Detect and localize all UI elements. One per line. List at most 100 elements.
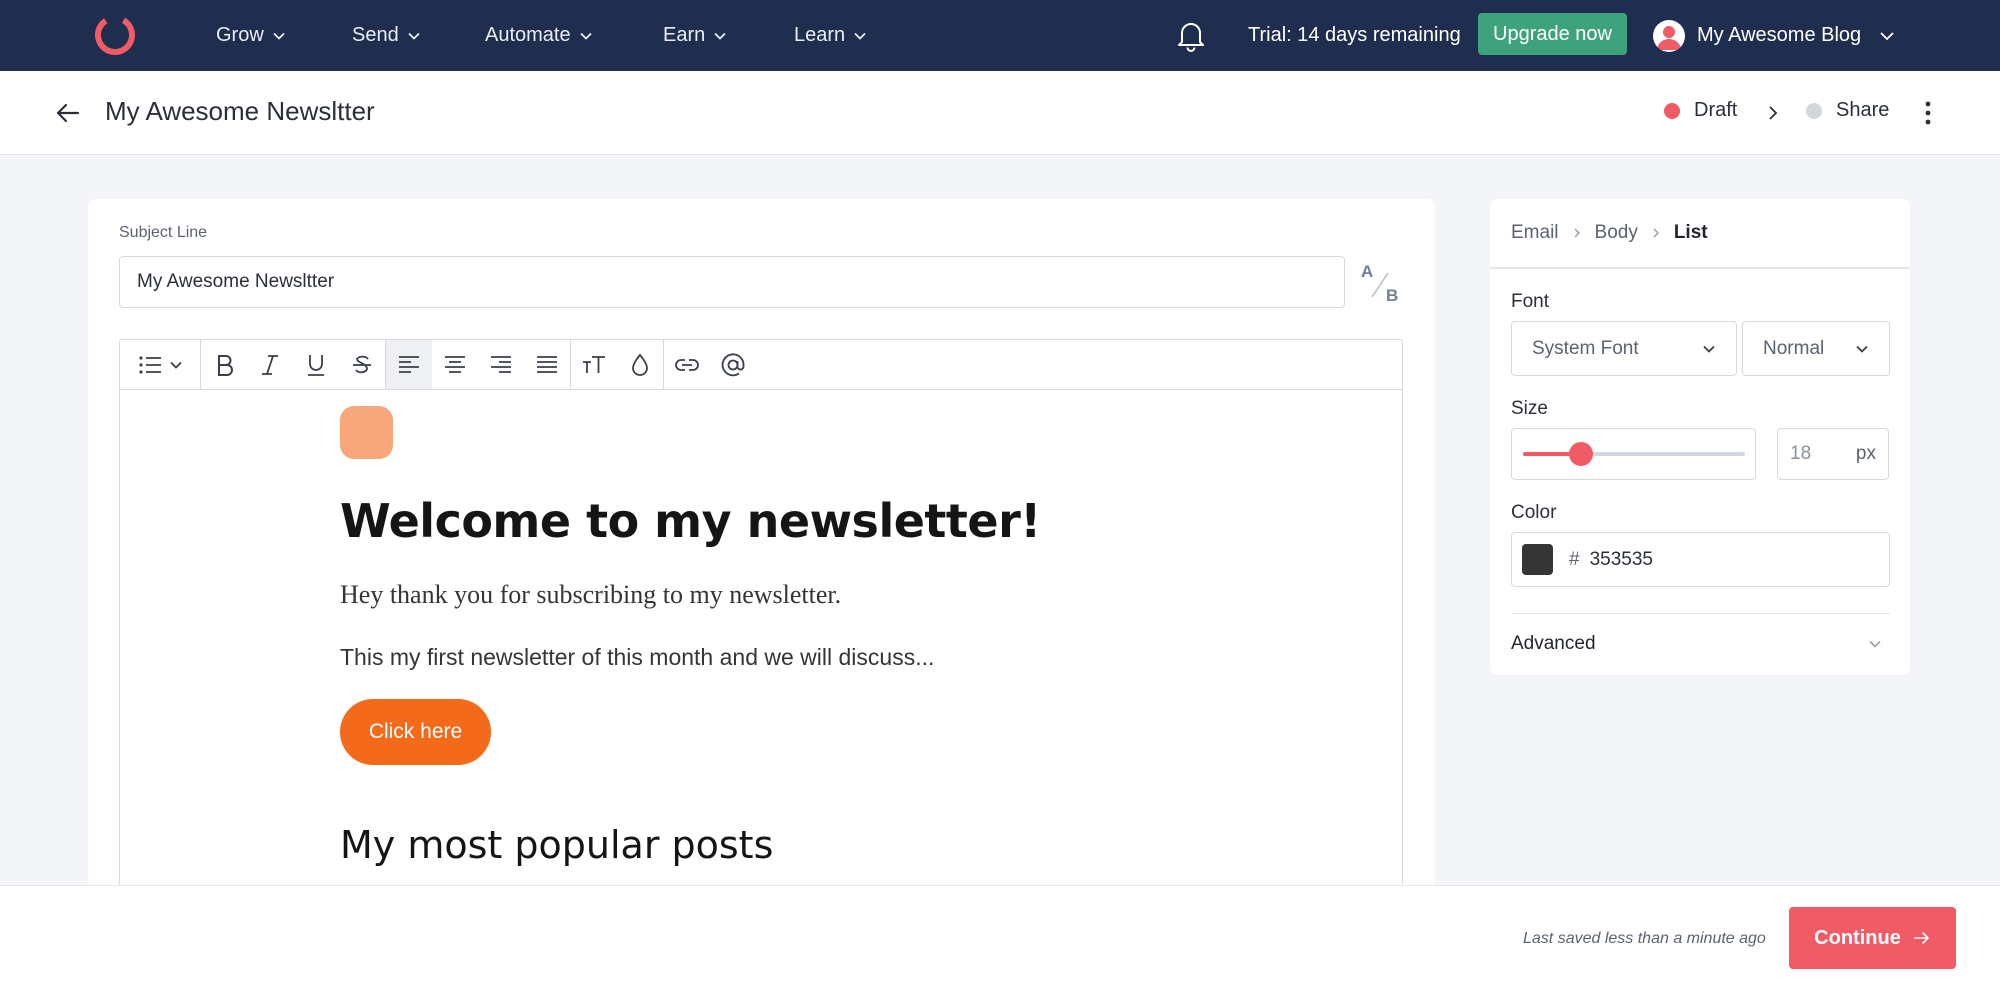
share-label: Share: [1836, 99, 1890, 121]
email-paragraph[interactable]: Hey thank you for subscribing to my news…: [340, 580, 841, 610]
ab-test-icon[interactable]: A B: [1358, 259, 1400, 303]
mention-button[interactable]: [710, 340, 756, 389]
link-button[interactable]: [664, 340, 710, 389]
breadcrumb-body[interactable]: Body: [1595, 222, 1638, 244]
size-slider[interactable]: [1511, 428, 1756, 480]
rich-text-editor: Welcome to my newsletter! Hey thank you …: [119, 339, 1403, 899]
email-editor-card: Subject Line A B: [88, 199, 1435, 899]
font-label: Font: [1511, 291, 1550, 312]
more-options-icon[interactable]: [1918, 99, 1938, 127]
upgrade-button[interactable]: Upgrade now: [1478, 13, 1627, 55]
color-swatch[interactable]: [1522, 544, 1553, 575]
chevron-down-icon: [170, 361, 182, 369]
at-sign-icon: [721, 352, 745, 376]
status-draft[interactable]: Draft: [1664, 99, 1737, 122]
nav-earn-label: Earn: [663, 24, 706, 46]
footer-bar: Last saved less than a minute ago Contin…: [0, 885, 2000, 987]
slider-track: [1523, 442, 1745, 466]
bell-icon[interactable]: [1176, 18, 1206, 52]
chevron-down-icon: [1869, 640, 1881, 648]
nav-learn[interactable]: Learn: [794, 0, 867, 71]
hash-symbol: #: [1569, 548, 1580, 570]
subject-line-input[interactable]: [119, 256, 1345, 308]
align-justify-icon: [537, 355, 557, 373]
text-size-icon: [583, 355, 605, 373]
font-family-value: System Font: [1532, 337, 1639, 359]
divider: [1490, 267, 1910, 269]
formatting-toolbar: [120, 340, 1402, 390]
style-panel: Email Body List Font System Font Normal …: [1490, 199, 1910, 675]
italic-icon: [262, 354, 278, 375]
italic-button[interactable]: [247, 340, 293, 389]
chevron-down-icon: [1856, 345, 1868, 353]
page-title: My Awesome Newsltter: [105, 96, 375, 126]
email-body[interactable]: Welcome to my newsletter! Hey thank you …: [120, 390, 1402, 900]
slider-handle[interactable]: [1568, 442, 1593, 466]
email-cta-button[interactable]: Click here: [340, 699, 491, 765]
chevron-down-icon: [1880, 31, 1894, 40]
status-dot: [1806, 102, 1822, 119]
color-label: Color: [1511, 502, 1557, 523]
breadcrumb-email[interactable]: Email: [1511, 222, 1559, 244]
chevron-down-icon: [273, 32, 285, 40]
bold-button[interactable]: [201, 340, 247, 389]
arrow-right-icon: [1914, 932, 1929, 944]
ab-label-b: B: [1386, 286, 1398, 303]
nav-send-label: Send: [352, 24, 399, 46]
image-placeholder[interactable]: [340, 406, 393, 459]
breadcrumb: Email Body List: [1511, 199, 1708, 267]
size-input[interactable]: 18 px: [1777, 428, 1889, 480]
list-style-dropdown[interactable]: [120, 340, 200, 389]
continue-button[interactable]: Continue: [1789, 907, 1956, 969]
bold-icon: [218, 354, 233, 376]
size-value: 18: [1790, 443, 1812, 464]
arrow-left-icon[interactable]: [52, 97, 84, 129]
advanced-label: Advanced: [1511, 633, 1596, 654]
font-family-select[interactable]: System Font: [1511, 321, 1737, 376]
document-header: My Awesome Newsltter Draft Share: [0, 71, 2000, 155]
top-navigation: Grow Send Automate Earn Learn Trial: 14 …: [0, 0, 2000, 71]
email-heading[interactable]: Welcome to my newsletter!: [340, 494, 1041, 548]
nav-automate[interactable]: Automate: [485, 0, 593, 71]
align-left-button[interactable]: [386, 340, 432, 389]
size-label: Size: [1511, 398, 1548, 419]
email-paragraph[interactable]: This my first newsletter of this month a…: [340, 644, 934, 671]
account-name: My Awesome Blog: [1697, 24, 1862, 46]
text-size-button[interactable]: [571, 340, 617, 389]
underline-button[interactable]: [293, 340, 339, 389]
nav-send[interactable]: Send: [352, 0, 421, 71]
status-share[interactable]: Share: [1806, 99, 1889, 122]
underline-icon: [308, 354, 324, 376]
align-justify-button[interactable]: [524, 340, 570, 389]
align-right-button[interactable]: [478, 340, 524, 389]
save-status: Last saved less than a minute ago: [1523, 930, 1766, 947]
font-weight-value: Normal: [1763, 337, 1825, 359]
align-right-icon: [491, 355, 511, 373]
status-dot: [1664, 102, 1680, 119]
chevron-right-icon: [1769, 106, 1778, 120]
account-menu[interactable]: My Awesome Blog: [1653, 0, 1895, 71]
color-hex-value: 353535: [1589, 548, 1653, 570]
font-weight-select[interactable]: Normal: [1742, 321, 1890, 376]
chevron-down-icon: [714, 32, 726, 40]
size-unit: px: [1855, 443, 1876, 464]
strikethrough-button[interactable]: [339, 340, 385, 389]
nav-earn[interactable]: Earn: [663, 0, 727, 71]
chevron-down-icon: [854, 32, 866, 40]
text-color-button[interactable]: [617, 340, 663, 389]
nav-automate-label: Automate: [485, 24, 571, 46]
color-field[interactable]: # 353535: [1511, 532, 1890, 587]
nav-grow[interactable]: Grow: [216, 0, 286, 71]
logo-icon[interactable]: [92, 12, 138, 58]
chevron-right-icon: [1653, 228, 1659, 238]
chevron-down-icon: [1703, 345, 1715, 353]
breadcrumb-list: List: [1673, 222, 1708, 243]
list-icon: [139, 355, 161, 374]
email-subheading[interactable]: My most popular posts: [340, 823, 773, 867]
align-left-icon: [399, 355, 419, 373]
droplet-icon: [632, 353, 648, 376]
align-center-button[interactable]: [432, 340, 478, 389]
advanced-toggle[interactable]: Advanced: [1511, 614, 1890, 674]
nav-learn-label: Learn: [794, 24, 846, 46]
chevron-right-icon: [1573, 228, 1580, 238]
